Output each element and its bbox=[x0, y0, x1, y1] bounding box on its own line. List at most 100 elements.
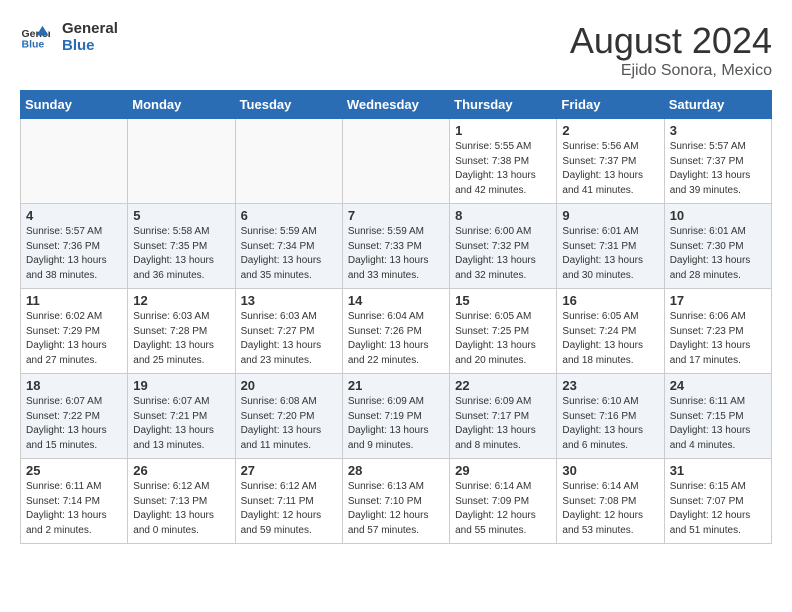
calendar-cell: 15 Sunrise: 6:05 AM Sunset: 7:25 PM Dayli… bbox=[450, 289, 557, 374]
day-number: 23 bbox=[562, 378, 658, 393]
day-number: 26 bbox=[133, 463, 229, 478]
calendar-cell: 22 Sunrise: 6:09 AM Sunset: 7:17 PM Dayli… bbox=[450, 374, 557, 459]
day-number: 31 bbox=[670, 463, 766, 478]
calendar-cell: 2 Sunrise: 5:56 AM Sunset: 7:37 PM Daylig… bbox=[557, 119, 664, 204]
day-info: Sunrise: 5:57 AM Sunset: 7:37 PM Dayligh… bbox=[670, 140, 766, 198]
calendar-cell: 13 Sunrise: 6:03 AM Sunset: 7:27 PM Dayli… bbox=[235, 289, 342, 374]
day-info: Sunrise: 6:15 AM Sunset: 7:07 PM Dayligh… bbox=[670, 480, 766, 538]
calendar-cell: 23 Sunrise: 6:10 AM Sunset: 7:16 PM Dayli… bbox=[557, 374, 664, 459]
day-info: Sunrise: 6:10 AM Sunset: 7:16 PM Dayligh… bbox=[562, 395, 658, 453]
logo-general: General bbox=[62, 20, 118, 37]
calendar-cell bbox=[128, 119, 235, 204]
day-number: 11 bbox=[26, 293, 122, 308]
calendar-week-3: 11 Sunrise: 6:02 AM Sunset: 7:29 PM Dayli… bbox=[21, 289, 772, 374]
day-number: 9 bbox=[562, 208, 658, 223]
calendar-week-5: 25Sunrise: 6:11 AM Sunset: 7:14 PM Dayli… bbox=[21, 459, 772, 544]
calendar-cell: 10 Sunrise: 6:01 AM Sunset: 7:30 PM Dayli… bbox=[664, 204, 771, 289]
day-number: 22 bbox=[455, 378, 551, 393]
calendar-cell bbox=[21, 119, 128, 204]
calendar-cell: 19 Sunrise: 6:07 AM Sunset: 7:21 PM Dayli… bbox=[128, 374, 235, 459]
calendar-header-row: SundayMondayTuesdayWednesdayThursdayFrid… bbox=[21, 91, 772, 119]
day-number: 8 bbox=[455, 208, 551, 223]
day-number: 19 bbox=[133, 378, 229, 393]
day-info: Sunrise: 5:55 AM Sunset: 7:38 PM Dayligh… bbox=[455, 140, 551, 198]
calendar-cell bbox=[342, 119, 449, 204]
day-info: Sunrise: 6:05 AM Sunset: 7:24 PM Dayligh… bbox=[562, 310, 658, 368]
calendar-cell: 25Sunrise: 6:11 AM Sunset: 7:14 PM Dayli… bbox=[21, 459, 128, 544]
day-info: Sunrise: 6:06 AM Sunset: 7:23 PM Dayligh… bbox=[670, 310, 766, 368]
day-info: Sunrise: 6:07 AM Sunset: 7:22 PM Dayligh… bbox=[26, 395, 122, 453]
svg-text:Blue: Blue bbox=[22, 39, 45, 51]
title-block: August 2024 Ejido Sonora, Mexico bbox=[570, 20, 772, 80]
day-info: Sunrise: 5:59 AM Sunset: 7:33 PM Dayligh… bbox=[348, 225, 444, 283]
day-number: 3 bbox=[670, 123, 766, 138]
day-number: 16 bbox=[562, 293, 658, 308]
day-info: Sunrise: 6:14 AM Sunset: 7:08 PM Dayligh… bbox=[562, 480, 658, 538]
day-info: Sunrise: 6:05 AM Sunset: 7:25 PM Dayligh… bbox=[455, 310, 551, 368]
calendar-cell: 20 Sunrise: 6:08 AM Sunset: 7:20 PM Dayli… bbox=[235, 374, 342, 459]
day-number: 6 bbox=[241, 208, 337, 223]
day-number: 20 bbox=[241, 378, 337, 393]
day-info: Sunrise: 6:09 AM Sunset: 7:17 PM Dayligh… bbox=[455, 395, 551, 453]
day-number: 4 bbox=[26, 208, 122, 223]
day-number: 13 bbox=[241, 293, 337, 308]
day-number: 30 bbox=[562, 463, 658, 478]
calendar-cell: 21 Sunrise: 6:09 AM Sunset: 7:19 PM Dayli… bbox=[342, 374, 449, 459]
day-info: Sunrise: 6:03 AM Sunset: 7:28 PM Dayligh… bbox=[133, 310, 229, 368]
calendar-cell: 27Sunrise: 6:12 AM Sunset: 7:11 PM Dayli… bbox=[235, 459, 342, 544]
day-info: Sunrise: 6:12 AM Sunset: 7:11 PM Dayligh… bbox=[241, 480, 337, 538]
day-info: Sunrise: 5:58 AM Sunset: 7:35 PM Dayligh… bbox=[133, 225, 229, 283]
day-number: 21 bbox=[348, 378, 444, 393]
day-info: Sunrise: 6:11 AM Sunset: 7:14 PM Dayligh… bbox=[26, 480, 122, 538]
day-info: Sunrise: 6:03 AM Sunset: 7:27 PM Dayligh… bbox=[241, 310, 337, 368]
day-info: Sunrise: 6:08 AM Sunset: 7:20 PM Dayligh… bbox=[241, 395, 337, 453]
day-number: 17 bbox=[670, 293, 766, 308]
day-number: 5 bbox=[133, 208, 229, 223]
day-info: Sunrise: 6:01 AM Sunset: 7:31 PM Dayligh… bbox=[562, 225, 658, 283]
location: Ejido Sonora, Mexico bbox=[570, 62, 772, 80]
calendar-cell: 1Sunrise: 5:55 AM Sunset: 7:38 PM Daylig… bbox=[450, 119, 557, 204]
calendar-cell: 7Sunrise: 5:59 AM Sunset: 7:33 PM Daylig… bbox=[342, 204, 449, 289]
calendar-week-1: 1Sunrise: 5:55 AM Sunset: 7:38 PM Daylig… bbox=[21, 119, 772, 204]
day-number: 29 bbox=[455, 463, 551, 478]
day-number: 18 bbox=[26, 378, 122, 393]
day-info: Sunrise: 6:02 AM Sunset: 7:29 PM Dayligh… bbox=[26, 310, 122, 368]
day-number: 15 bbox=[455, 293, 551, 308]
day-info: Sunrise: 6:09 AM Sunset: 7:19 PM Dayligh… bbox=[348, 395, 444, 453]
calendar-cell: 8 Sunrise: 6:00 AM Sunset: 7:32 PM Daylig… bbox=[450, 204, 557, 289]
calendar-cell: 9 Sunrise: 6:01 AM Sunset: 7:31 PM Daylig… bbox=[557, 204, 664, 289]
month-year: August 2024 bbox=[570, 20, 772, 62]
logo-icon: General Blue bbox=[20, 22, 50, 52]
day-info: Sunrise: 5:56 AM Sunset: 7:37 PM Dayligh… bbox=[562, 140, 658, 198]
calendar-cell: 5 Sunrise: 5:58 AM Sunset: 7:35 PM Daylig… bbox=[128, 204, 235, 289]
calendar-cell bbox=[235, 119, 342, 204]
day-number: 2 bbox=[562, 123, 658, 138]
header-wednesday: Wednesday bbox=[342, 91, 449, 119]
day-number: 14 bbox=[348, 293, 444, 308]
calendar-week-2: 4 Sunrise: 5:57 AM Sunset: 7:36 PM Daylig… bbox=[21, 204, 772, 289]
calendar-cell: 6Sunrise: 5:59 AM Sunset: 7:34 PM Daylig… bbox=[235, 204, 342, 289]
day-number: 10 bbox=[670, 208, 766, 223]
calendar-cell: 18 Sunrise: 6:07 AM Sunset: 7:22 PM Dayli… bbox=[21, 374, 128, 459]
day-info: Sunrise: 6:13 AM Sunset: 7:10 PM Dayligh… bbox=[348, 480, 444, 538]
day-info: Sunrise: 6:00 AM Sunset: 7:32 PM Dayligh… bbox=[455, 225, 551, 283]
day-info: Sunrise: 6:04 AM Sunset: 7:26 PM Dayligh… bbox=[348, 310, 444, 368]
header-sunday: Sunday bbox=[21, 91, 128, 119]
calendar-cell: 14 Sunrise: 6:04 AM Sunset: 7:26 PM Dayli… bbox=[342, 289, 449, 374]
page-header: General Blue General Blue August 2024 Ej… bbox=[20, 20, 772, 80]
day-number: 28 bbox=[348, 463, 444, 478]
calendar-cell: 12Sunrise: 6:03 AM Sunset: 7:28 PM Dayli… bbox=[128, 289, 235, 374]
day-info: Sunrise: 6:14 AM Sunset: 7:09 PM Dayligh… bbox=[455, 480, 551, 538]
calendar-cell: 31 Sunrise: 6:15 AM Sunset: 7:07 PM Dayli… bbox=[664, 459, 771, 544]
header-friday: Friday bbox=[557, 91, 664, 119]
day-info: Sunrise: 5:57 AM Sunset: 7:36 PM Dayligh… bbox=[26, 225, 122, 283]
day-info: Sunrise: 6:07 AM Sunset: 7:21 PM Dayligh… bbox=[133, 395, 229, 453]
header-monday: Monday bbox=[128, 91, 235, 119]
calendar-cell: 28 Sunrise: 6:13 AM Sunset: 7:10 PM Dayli… bbox=[342, 459, 449, 544]
header-tuesday: Tuesday bbox=[235, 91, 342, 119]
calendar-cell: 26Sunrise: 6:12 AM Sunset: 7:13 PM Dayli… bbox=[128, 459, 235, 544]
header-thursday: Thursday bbox=[450, 91, 557, 119]
logo: General Blue General Blue bbox=[20, 20, 118, 54]
day-info: Sunrise: 6:01 AM Sunset: 7:30 PM Dayligh… bbox=[670, 225, 766, 283]
calendar-cell: 4 Sunrise: 5:57 AM Sunset: 7:36 PM Daylig… bbox=[21, 204, 128, 289]
